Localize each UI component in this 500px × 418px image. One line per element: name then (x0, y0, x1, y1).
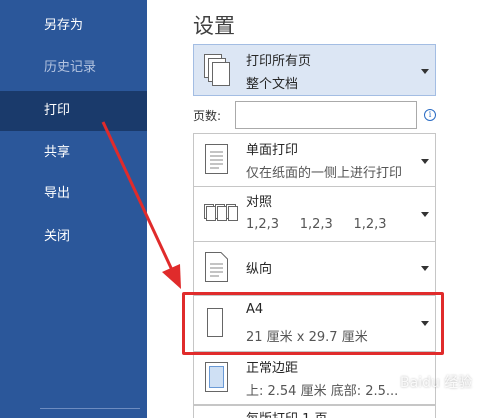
watermark: Baidu 经验 (400, 375, 473, 391)
annotation-arrow (101, 121, 181, 289)
